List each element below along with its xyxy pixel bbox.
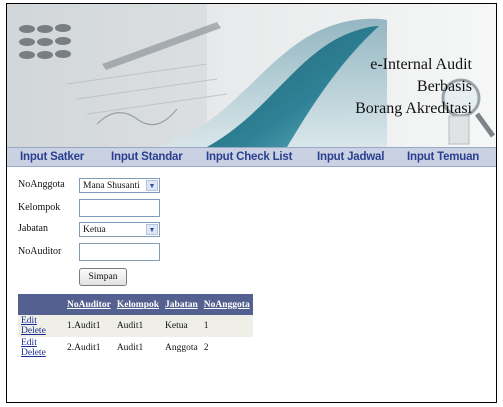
cell-jabatan: Ketua bbox=[162, 315, 201, 337]
edit-link[interactable]: Edit bbox=[21, 316, 37, 326]
table-row: Edit Delete 1.Audit1 Audit1 Ketua 1 bbox=[18, 315, 253, 337]
column-header-no-anggota[interactable]: NoAnggota bbox=[200, 294, 253, 315]
column-header-no-auditor[interactable]: NoAuditor bbox=[64, 294, 114, 315]
cell-jabatan: Anggota bbox=[165, 343, 198, 353]
kelompok-input[interactable] bbox=[79, 199, 160, 217]
column-header-kelompok[interactable]: Kelompok bbox=[113, 294, 163, 315]
jabatan-label: Jabatan bbox=[18, 223, 48, 234]
table-header-row: NoAuditor Kelompok Jabatan NoAnggota bbox=[18, 294, 253, 315]
no-anggota-value: Mana Shusanti bbox=[83, 181, 140, 191]
app-title-line-1: e-Internal Audit bbox=[370, 56, 472, 73]
cell-no-anggota: 1 bbox=[200, 315, 253, 337]
app-title-line-2: Berbasis bbox=[416, 78, 472, 95]
cell-no-auditor: 2.Audit1 bbox=[67, 343, 101, 353]
app-frame: e-Internal Audit Berbasis Borang Akredit… bbox=[6, 3, 497, 403]
cell-kelompok: Audit1 bbox=[113, 315, 163, 337]
no-auditor-label: NoAuditor bbox=[18, 246, 62, 257]
edit-link[interactable]: Edit bbox=[21, 338, 37, 348]
nav-item-input-check-list[interactable]: Input Check List bbox=[206, 148, 292, 167]
app-title: e-Internal Audit Berbasis Borang Akredit… bbox=[355, 54, 472, 120]
row-actions: Edit Delete bbox=[18, 337, 64, 359]
no-anggota-label: NoAnggota bbox=[18, 179, 65, 190]
jabatan-select[interactable]: Ketua ▼ bbox=[79, 222, 160, 237]
simpan-button[interactable]: Simpan bbox=[79, 268, 127, 286]
cell-no-auditor: 1.Audit1 bbox=[64, 315, 114, 337]
chevron-down-icon: ▼ bbox=[146, 224, 158, 235]
cell-kelompok: Audit1 bbox=[116, 343, 144, 353]
no-anggota-select[interactable]: Mana Shusanti ▼ bbox=[79, 178, 160, 193]
delete-link[interactable]: Delete bbox=[21, 326, 46, 336]
auditor-table: NoAuditor Kelompok Jabatan NoAnggota Edi… bbox=[18, 294, 253, 359]
nav-item-input-temuan[interactable]: Input Temuan bbox=[407, 148, 479, 167]
table-header-actions bbox=[18, 294, 64, 315]
row-actions: Edit Delete bbox=[18, 315, 64, 337]
nav-item-input-jadwal[interactable]: Input Jadwal bbox=[317, 148, 384, 167]
header-banner: e-Internal Audit Berbasis Borang Akredit… bbox=[7, 4, 496, 147]
app-title-line-3: Borang Akreditasi bbox=[355, 100, 472, 117]
jabatan-value: Ketua bbox=[83, 225, 106, 235]
delete-link[interactable]: Delete bbox=[21, 348, 46, 358]
kelompok-label: Kelompok bbox=[18, 202, 61, 213]
cell-no-anggota: 2 bbox=[203, 343, 209, 353]
chevron-down-icon: ▼ bbox=[146, 180, 158, 191]
nav-item-input-standar[interactable]: Input Standar bbox=[111, 148, 183, 167]
no-auditor-input[interactable] bbox=[79, 243, 160, 261]
main-nav: Input Satker Input Standar Input Check L… bbox=[7, 147, 496, 167]
column-header-jabatan[interactable]: Jabatan bbox=[162, 294, 201, 315]
table-row: Edit Delete 2.Audit1 Audit1 Anggota 2 bbox=[18, 337, 253, 359]
nav-item-input-satker[interactable]: Input Satker bbox=[20, 148, 84, 167]
